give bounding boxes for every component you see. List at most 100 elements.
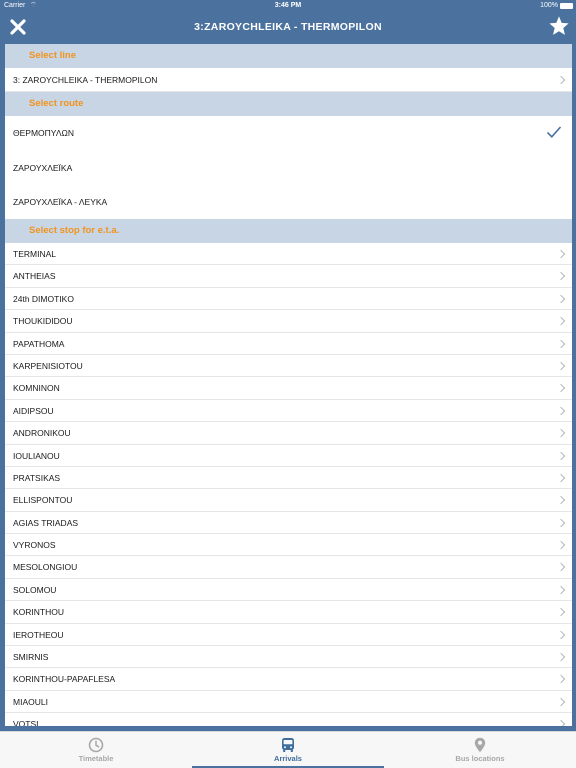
route-option-label: ΖΑΡΟΥΧΛΕΪΚΑ - ΛΕΥΚΑ bbox=[13, 197, 108, 207]
route-option[interactable]: ΘΕΡΜΟΠΥΛΩΝ bbox=[5, 116, 572, 151]
stop-row[interactable]: ANTHEIAS bbox=[5, 265, 572, 288]
status-bar: Carrier ⌔ 3:46 PM 100% bbox=[0, 0, 576, 12]
section-header-route: Select route bbox=[5, 92, 572, 116]
stop-row[interactable]: IEROTHEOU bbox=[5, 623, 572, 647]
stop-label: PAPATHOMA bbox=[13, 338, 65, 349]
location-pin-icon bbox=[474, 737, 486, 753]
stop-row[interactable]: MESOLONGIOU bbox=[5, 556, 572, 579]
stop-label: IEROTHEOU bbox=[13, 629, 64, 640]
route-option-label: ΘΕΡΜΟΠΥΛΩΝ bbox=[13, 128, 74, 138]
chevron-right-icon bbox=[556, 719, 566, 726]
stop-row[interactable]: SOLOMOU bbox=[5, 578, 572, 602]
stop-label: MIAOULI bbox=[13, 696, 48, 707]
stop-row[interactable]: KARPENISIOTOU bbox=[5, 354, 572, 378]
tab-bus-locations[interactable]: Bus locations bbox=[384, 732, 576, 768]
stop-label: VOTSI bbox=[13, 719, 39, 726]
battery-percent: 100% bbox=[540, 2, 558, 9]
chevron-right-icon bbox=[556, 608, 566, 617]
section-header-stop: Select stop for e.t.a. bbox=[5, 219, 572, 243]
stop-label: AGIAS TRIADAS bbox=[13, 517, 79, 528]
chevron-right-icon bbox=[556, 294, 566, 304]
chevron-right-icon bbox=[556, 451, 566, 460]
nav-bar: 3:ZAROYCHLEIKA - THERMOPILON bbox=[0, 12, 576, 42]
tab-label: Bus locations bbox=[455, 754, 505, 763]
stop-row[interactable]: MIAOULI bbox=[5, 690, 572, 714]
chevron-right-icon bbox=[556, 473, 566, 483]
stop-row[interactable]: AIDIPSOU bbox=[5, 399, 572, 423]
checkmark-icon bbox=[546, 126, 562, 138]
stop-label: MESOLONGIOU bbox=[13, 562, 78, 573]
stop-row[interactable]: THOUKIDIDOU bbox=[5, 310, 572, 333]
chevron-right-icon bbox=[556, 675, 566, 684]
chevron-right-icon bbox=[556, 249, 566, 259]
chevron-right-icon bbox=[556, 540, 566, 550]
stop-row[interactable]: TERMINAL bbox=[5, 243, 572, 266]
clock-icon bbox=[88, 737, 104, 753]
star-icon bbox=[549, 16, 569, 35]
stop-label: KARPENISIOTOU bbox=[13, 360, 83, 371]
stop-label: KOMNINON bbox=[13, 383, 60, 394]
tab-label: Arrivals bbox=[274, 754, 302, 763]
chevron-right-icon bbox=[556, 518, 566, 527]
chevron-right-icon bbox=[556, 75, 566, 85]
stop-row[interactable]: ANDRONIKOU bbox=[5, 422, 572, 445]
stop-row[interactable]: KOMNINON bbox=[5, 377, 572, 400]
chevron-right-icon bbox=[556, 630, 566, 639]
chevron-right-icon bbox=[556, 272, 566, 281]
section-header-line: Select line bbox=[5, 44, 572, 68]
chevron-right-icon bbox=[556, 428, 566, 438]
stop-row[interactable]: 24th DIMOTIKO bbox=[5, 287, 572, 311]
stop-label: PRATSIKAS bbox=[13, 472, 61, 483]
stop-label: ANDRONIKOU bbox=[13, 428, 71, 439]
favorite-button[interactable] bbox=[548, 15, 570, 37]
status-time: 3:46 PM bbox=[274, 2, 302, 9]
stop-label: TERMINAL bbox=[13, 249, 56, 259]
stop-row[interactable]: IOULIANOU bbox=[5, 444, 572, 467]
chevron-right-icon bbox=[556, 316, 566, 326]
stop-label: AIDIPSOU bbox=[13, 405, 54, 416]
stop-label: SMIRNIS bbox=[13, 652, 49, 663]
chevron-right-icon bbox=[556, 384, 566, 393]
stop-label: ANTHEIAS bbox=[13, 271, 56, 282]
stop-list: TERMINAL ANTHEIAS 24th DIMOTIKO THOUKIDIDOU… bbox=[5, 243, 572, 726]
chevron-right-icon bbox=[556, 697, 566, 707]
route-list: ΘΕΡΜΟΠΥΛΩΝ ΖΑΡΟΥΧΛΕΪΚΑ ΖΑΡΟΥΧΛΕΪΚΑ - ΛΕΥΚΑ bbox=[5, 116, 572, 219]
stop-label: 24th DIMOTIKO bbox=[13, 293, 74, 304]
stop-row[interactable]: PAPATHOMA bbox=[5, 332, 572, 355]
stop-label: IOULIANOU bbox=[13, 450, 60, 461]
battery-icon bbox=[560, 3, 573, 9]
stop-row[interactable]: AGIAS TRIADAS bbox=[5, 511, 572, 535]
chevron-right-icon bbox=[556, 585, 566, 595]
stop-label: SOLOMOU bbox=[13, 584, 57, 595]
tab-arrivals[interactable]: Arrivals bbox=[192, 732, 384, 768]
stop-label: KORINTHOU bbox=[13, 607, 64, 618]
route-option-label: ΖΑΡΟΥΧΛΕΪΚΑ bbox=[13, 163, 73, 173]
stop-label: VYRONOS bbox=[13, 540, 56, 551]
tab-label: Timetable bbox=[78, 754, 114, 763]
chevron-right-icon bbox=[556, 339, 566, 348]
content-panel: Select line 3: ZAROYCHLEIKA - THERMOPILO… bbox=[5, 44, 572, 726]
bus-icon bbox=[282, 738, 294, 752]
line-selector-value: 3: ZAROYCHLEIKA - THERMOPILON bbox=[13, 75, 158, 85]
tab-bar: Timetable Arrivals Bus locations bbox=[0, 731, 576, 768]
chevron-right-icon bbox=[556, 563, 566, 572]
stop-label: ELLISPONTOU bbox=[13, 495, 73, 506]
route-option[interactable]: ΖΑΡΟΥΧΛΕΪΚΑ - ΛΕΥΚΑ bbox=[5, 185, 572, 219]
chevron-right-icon bbox=[556, 496, 566, 505]
stop-row[interactable]: ELLISPONTOU bbox=[5, 489, 572, 512]
stop-row[interactable]: VYRONOS bbox=[5, 534, 572, 557]
chevron-right-icon bbox=[556, 406, 566, 415]
stop-label: THOUKIDIDOU bbox=[13, 316, 73, 327]
stop-row[interactable]: KORINTHOU-PAPAFLESA bbox=[5, 668, 572, 691]
page-title: 3:ZAROYCHLEIKA - THERMOPILON bbox=[194, 21, 382, 33]
stop-row[interactable]: VOTSI bbox=[5, 713, 572, 726]
stop-label: KORINTHOU-PAPAFLESA bbox=[13, 674, 116, 685]
line-selector-row[interactable]: 3: ZAROYCHLEIKA - THERMOPILON bbox=[5, 68, 572, 92]
stop-row[interactable]: SMIRNIS bbox=[5, 646, 572, 669]
stop-row[interactable]: PRATSIKAS bbox=[5, 466, 572, 490]
tab-timetable[interactable]: Timetable bbox=[0, 732, 192, 768]
stop-row[interactable]: KORINTHOU bbox=[5, 601, 572, 624]
chevron-right-icon bbox=[556, 361, 566, 371]
chevron-right-icon bbox=[556, 652, 566, 662]
route-option[interactable]: ΖΑΡΟΥΧΛΕΪΚΑ bbox=[5, 151, 572, 185]
